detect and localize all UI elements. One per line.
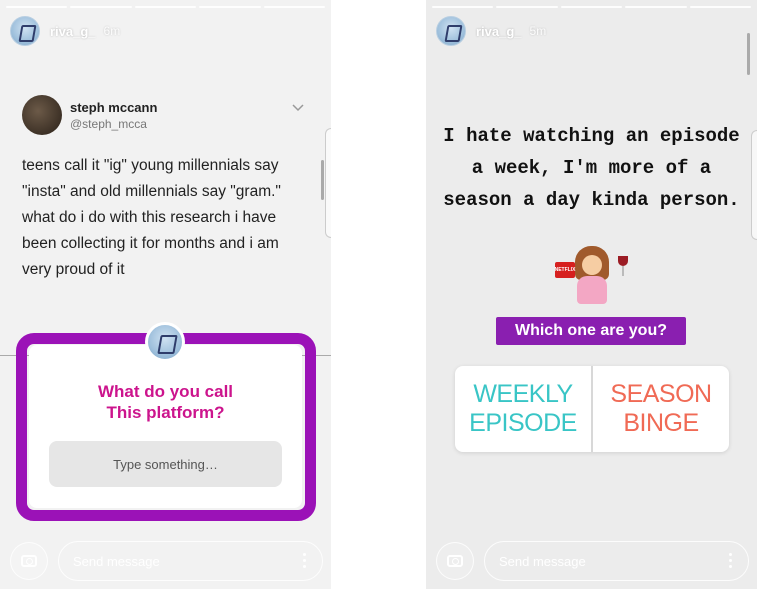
- send-message-input[interactable]: Send message: [58, 541, 323, 581]
- camera-button[interactable]: [10, 542, 48, 580]
- progress-segment: [70, 6, 132, 8]
- progress-segment: [560, 6, 623, 8]
- woman-netflix-emoji: NETFLIX: [555, 246, 629, 306]
- tweet-author-name: steph mccann: [70, 99, 158, 115]
- camera-button[interactable]: [436, 542, 474, 580]
- poll-question: Which one are you?: [496, 317, 686, 345]
- question-title-line2: This platform?: [106, 403, 225, 422]
- poll-option-weekly-episode[interactable]: WEEKLY EPISODE: [455, 366, 593, 452]
- story-header: riva_g_ 5m: [436, 16, 546, 46]
- netflix-box-icon: NETFLIX: [555, 262, 575, 278]
- question-avatar: [145, 322, 185, 362]
- tweet-text: teens call it "ig" young millennials say…: [22, 157, 281, 278]
- question-title: What do you call This platform?: [29, 381, 302, 423]
- tweet-avatar: [22, 95, 62, 135]
- poll-sticker: WEEKLY EPISODE SEASON BINGE: [455, 366, 729, 452]
- message-bar: Send message: [10, 541, 323, 581]
- progress-segment: [263, 6, 326, 8]
- progress-segment: [496, 6, 558, 8]
- scroll-indicator: [321, 160, 324, 200]
- send-message-input[interactable]: Send message: [484, 541, 749, 581]
- tweet-author-handle: @steph_mcca: [70, 116, 147, 131]
- avatar[interactable]: [10, 16, 40, 46]
- username[interactable]: riva_g_: [476, 24, 522, 39]
- camera-icon: [447, 555, 463, 567]
- camera-icon: [21, 555, 37, 567]
- tweet-card: steph mccann @steph_mcca teens call it "…: [22, 95, 312, 283]
- chevron-down-icon: [292, 101, 304, 115]
- story-header: riva_g_ 6m: [10, 16, 120, 46]
- woman-emoji-icon: [571, 246, 613, 304]
- progress-segment: [134, 6, 197, 8]
- send-message-placeholder: Send message: [499, 553, 586, 569]
- progress-segment: [6, 6, 68, 8]
- wine-glass-icon: [617, 256, 629, 278]
- edge-tab: [751, 130, 757, 240]
- avatar[interactable]: [436, 16, 466, 46]
- tweet-header: steph mccann @steph_mcca: [22, 95, 312, 135]
- story-progress: [432, 6, 752, 8]
- progress-segment: [625, 6, 687, 8]
- question-answer-input[interactable]: Type something…: [49, 441, 282, 487]
- progress-segment: [689, 6, 752, 8]
- question-title-line1: What do you call: [97, 382, 234, 401]
- story-progress: [6, 6, 326, 8]
- more-vertical-icon[interactable]: [729, 553, 732, 568]
- scroll-indicator: [747, 33, 750, 75]
- progress-segment: [432, 6, 494, 8]
- message-bar: Send message: [436, 541, 749, 581]
- username[interactable]: riva_g_: [50, 24, 96, 39]
- progress-segment: [199, 6, 261, 8]
- story-caption: I hate watching an episode a week, I'm m…: [443, 125, 740, 211]
- more-vertical-icon[interactable]: [303, 553, 306, 568]
- story-left: riva_g_ 6m steph mccann @steph_mcca teen…: [0, 0, 331, 589]
- poll-option-season-binge[interactable]: SEASON BINGE: [593, 366, 729, 452]
- timestamp: 5m: [529, 24, 547, 38]
- send-message-placeholder: Send message: [73, 553, 160, 569]
- timestamp: 6m: [103, 24, 121, 38]
- separator-gap: [331, 0, 426, 589]
